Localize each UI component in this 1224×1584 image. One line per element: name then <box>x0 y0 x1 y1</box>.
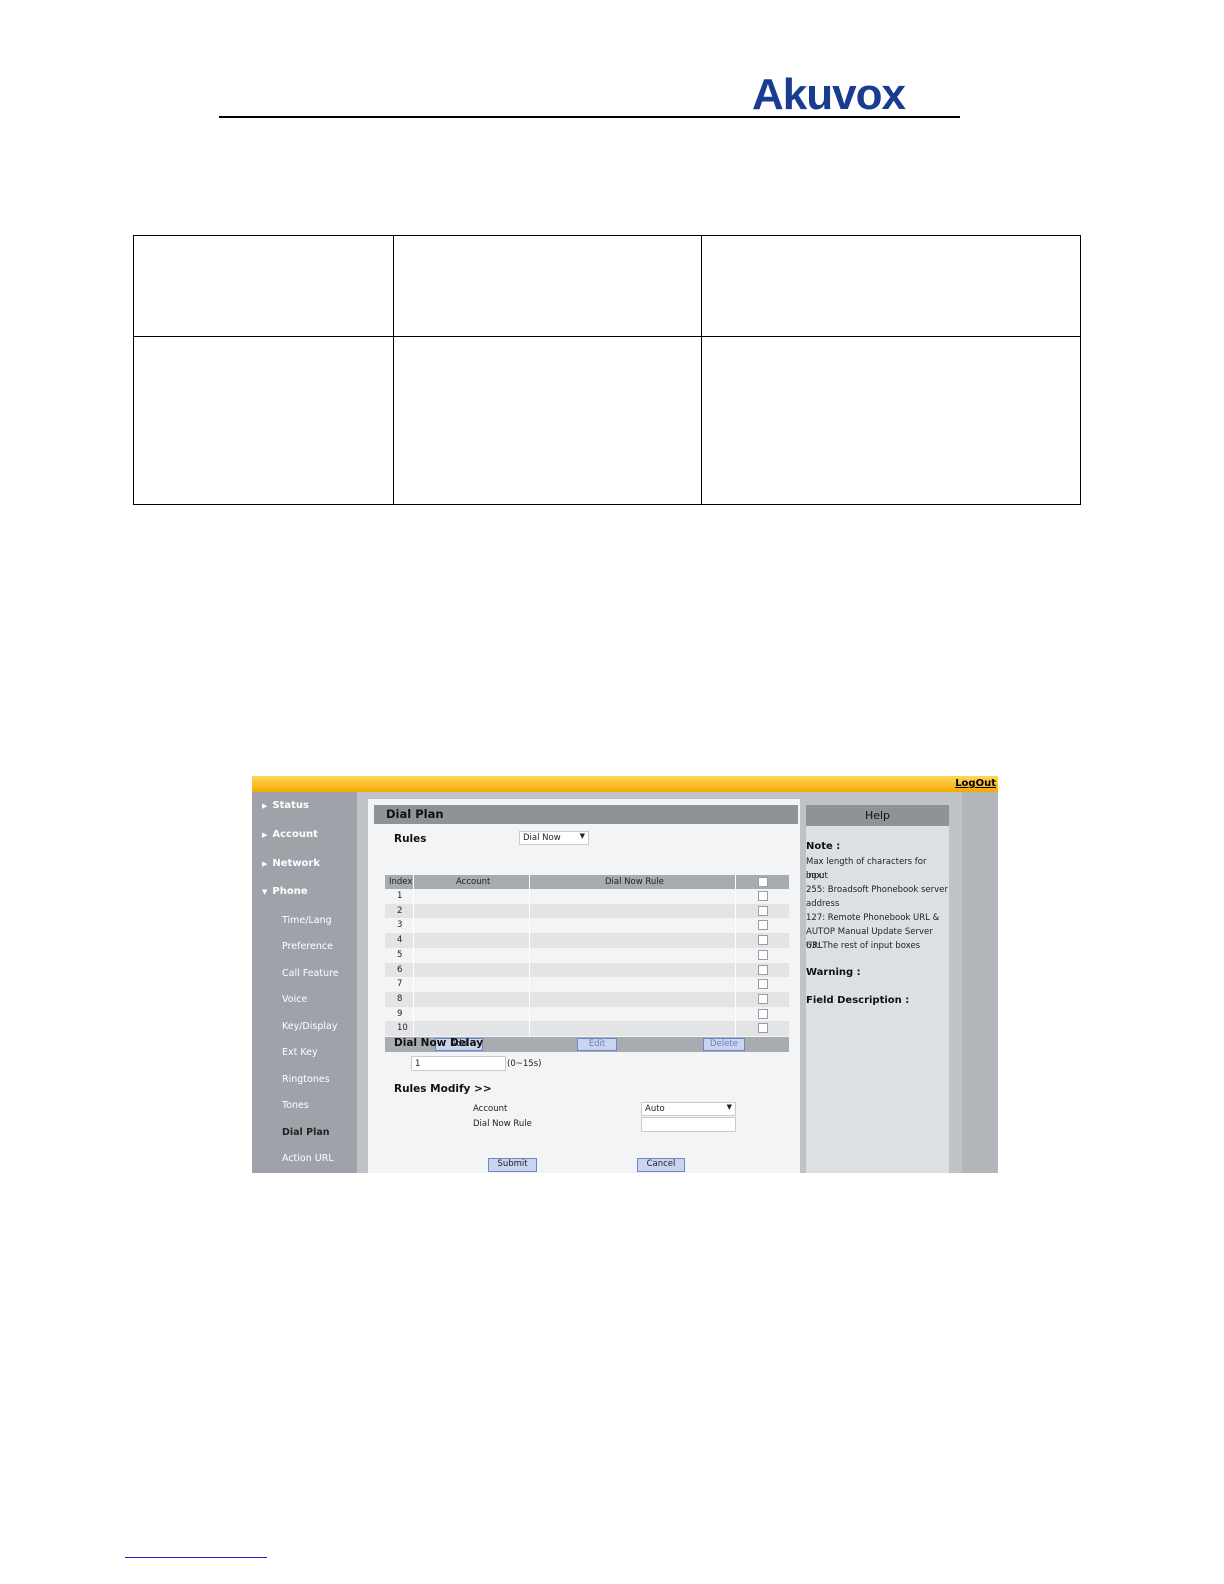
table-row: 7 <box>385 977 789 992</box>
field-description-label: Field Description : <box>806 995 910 1006</box>
rules-select[interactable]: Dial Now ▼ <box>519 831 589 845</box>
column-header-index: Index <box>389 877 413 887</box>
triangle-right-icon: ▶ <box>262 831 268 839</box>
triangle-down-icon: ▼ <box>262 888 268 896</box>
dial-now-rule-input[interactable] <box>641 1117 736 1132</box>
chevron-down-icon: ▼ <box>726 1103 732 1111</box>
row-checkbox[interactable] <box>758 1023 768 1034</box>
footer-link-underline <box>125 1557 267 1558</box>
table-row: 4 <box>385 933 789 948</box>
dial-plan-screenshot: LogOut ▶ Status ▶ Account ▶ Network ▼ Phone … <box>252 776 998 1173</box>
row-checkbox[interactable] <box>758 993 768 1004</box>
select-all-checkbox[interactable] <box>758 877 768 887</box>
note-line: 63: The rest of input boxes <box>806 941 921 951</box>
column-divider <box>735 875 736 1037</box>
row-checkbox[interactable] <box>758 949 768 960</box>
row-checkbox[interactable] <box>758 935 768 946</box>
table-cell <box>701 336 1081 505</box>
note-label: Note : <box>806 841 841 852</box>
table-row: 10 <box>385 1021 789 1036</box>
row-checkbox[interactable] <box>758 920 768 931</box>
sidebar-item-phone[interactable]: ▼ Phone <box>262 886 308 897</box>
sidebar-sub-call-feature[interactable]: Call Feature <box>282 968 339 979</box>
submit-button[interactable]: Submit <box>488 1158 537 1172</box>
sidebar-sub-preference[interactable]: Preference <box>282 941 333 952</box>
table-row: 9 <box>385 1007 789 1022</box>
main-panel: Dial Plan Rules Dial Now ▼ Index Account… <box>368 799 800 1173</box>
triangle-right-icon: ▶ <box>262 860 268 868</box>
row-checkbox[interactable] <box>758 964 768 975</box>
row-checkbox[interactable] <box>758 1008 768 1019</box>
logout-link[interactable]: LogOut <box>955 778 996 789</box>
sidebar-item-status[interactable]: ▶ Status <box>262 800 309 811</box>
akuvox-logo: Akuvox <box>752 70 906 119</box>
sidebar-sub-dial-plan[interactable]: Dial Plan <box>282 1127 330 1138</box>
table-header: Index Account Dial Now Rule <box>385 875 789 889</box>
header-rule <box>219 116 960 118</box>
note-line: box: <box>806 871 825 881</box>
row-checkbox[interactable] <box>758 891 768 901</box>
table-row: 5 <box>385 948 789 963</box>
rules-label: Rules <box>394 833 427 845</box>
dial-now-rule-label: Dial Now Rule <box>473 1119 532 1129</box>
row-checkbox[interactable] <box>758 979 768 990</box>
table-cell <box>133 336 394 505</box>
sidebar-sub-time-lang[interactable]: Time/Lang <box>282 915 332 926</box>
note-line: 255: Broadsoft Phonebook server <box>806 885 948 895</box>
column-header-dial-now-rule: Dial Now Rule <box>605 877 664 887</box>
dial-now-delay-input[interactable]: 1 <box>411 1056 506 1071</box>
dial-now-delay-label: Dial Now Delay <box>394 1037 484 1049</box>
table-row: 6 <box>385 962 789 978</box>
right-gutter <box>962 792 998 1173</box>
sidebar-sub-tones[interactable]: Tones <box>282 1100 309 1111</box>
page-title: Dial Plan <box>386 807 444 821</box>
edit-button[interactable]: Edit <box>577 1038 617 1051</box>
sidebar-item-network[interactable]: ▶ Network <box>262 858 320 869</box>
triangle-right-icon: ▶ <box>262 802 268 810</box>
table-row: 2 <box>385 903 789 919</box>
sidebar-sub-key-display[interactable]: Key/Display <box>282 1021 337 1032</box>
column-header-account: Account <box>456 877 491 887</box>
table-cell <box>393 235 702 337</box>
table-row: 8 <box>385 991 789 1007</box>
chevron-down-icon: ▼ <box>579 832 585 840</box>
row-checkbox[interactable] <box>758 905 768 916</box>
sidebar-sub-voice[interactable]: Voice <box>282 994 307 1005</box>
table-cell <box>393 336 702 505</box>
delay-range-hint: (0~15s) <box>507 1059 542 1069</box>
sidebar-sub-action-url[interactable]: Action URL <box>282 1153 334 1164</box>
column-divider <box>529 875 530 1037</box>
table-cell <box>133 235 394 337</box>
top-bar: LogOut <box>252 776 998 792</box>
panel-header: Dial Plan <box>374 805 798 824</box>
sidebar: ▶ Status ▶ Account ▶ Network ▼ Phone Time/La… <box>252 792 357 1173</box>
cancel-button[interactable]: Cancel <box>637 1158 685 1172</box>
rules-modify-label: Rules Modify >> <box>394 1083 492 1095</box>
note-line: address <box>806 899 840 909</box>
help-title: Help <box>864 809 891 822</box>
warning-label: Warning : <box>806 967 861 978</box>
help-panel: Help Note : Max length of characters for… <box>806 805 949 1173</box>
sidebar-item-account[interactable]: ▶ Account <box>262 829 318 840</box>
table-row: 3 <box>385 918 789 933</box>
table-cell <box>701 235 1081 337</box>
delete-button[interactable]: Delete <box>703 1038 745 1051</box>
help-header: Help <box>806 805 949 826</box>
account-select[interactable]: Auto ▼ <box>641 1102 736 1116</box>
column-divider <box>413 875 414 1037</box>
sidebar-sub-ext-key[interactable]: Ext Key <box>282 1047 318 1058</box>
account-label: Account <box>473 1104 508 1114</box>
table-row: 1 <box>385 889 789 904</box>
doc-table <box>133 235 1081 505</box>
note-line: 127: Remote Phonebook URL & <box>806 913 940 923</box>
sidebar-sub-ringtones[interactable]: Ringtones <box>282 1074 330 1085</box>
